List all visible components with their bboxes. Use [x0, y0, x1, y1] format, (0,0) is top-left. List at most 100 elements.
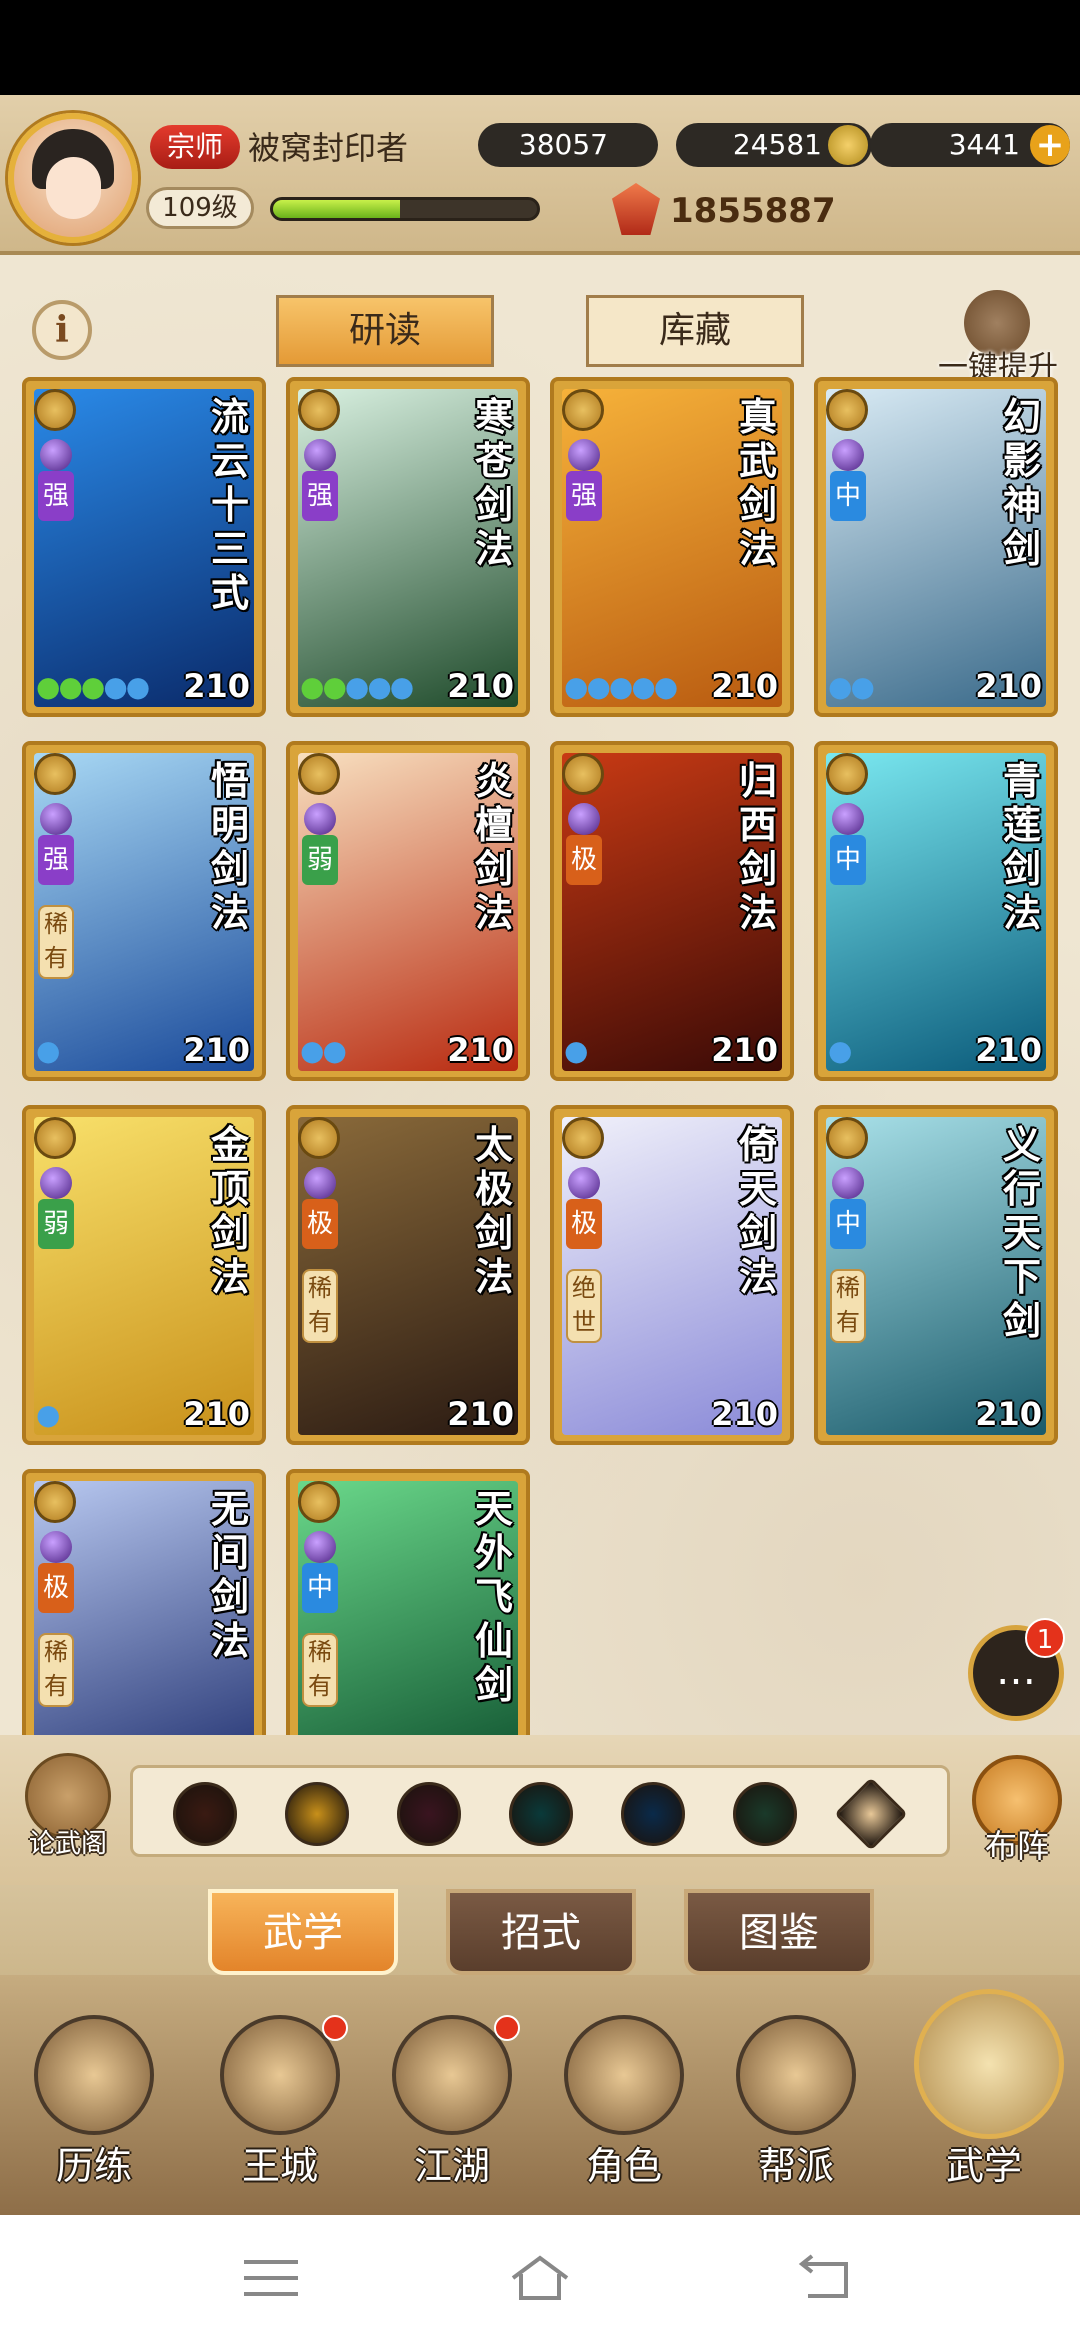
player-avatar[interactable]	[8, 113, 138, 243]
ingot-shop-icon[interactable]	[828, 125, 868, 165]
info-button[interactable]: i	[32, 300, 92, 360]
lunwu-pavilion-button[interactable]: 论武阁	[18, 1753, 118, 1865]
skill-grade: 中	[302, 1563, 338, 1613]
skill-title: 无间剑法	[210, 1486, 249, 1663]
tab-study[interactable]: 研读	[276, 295, 494, 367]
drop-icon: ●	[344, 670, 369, 703]
rarity-tag: 稀有	[302, 1633, 338, 1707]
skill-card[interactable]: 强稀有 悟明剑法 ● 210	[22, 741, 266, 1081]
skill-card[interactable]: 极稀有 太极剑法 210	[286, 1105, 530, 1445]
nav-label: 武学	[945, 2144, 1022, 2188]
sword-icon[interactable]	[173, 1782, 237, 1846]
skill-card[interactable]: 强流云十三式 ●●●●● 210	[22, 377, 266, 717]
skill-card[interactable]: 中稀有 义行天下剑 210	[814, 1105, 1058, 1445]
add-ingot-button[interactable]: +	[1030, 125, 1070, 165]
game-area: 宗师 被窝封印者 109级 38057 24581 3441 + 1855887…	[0, 95, 1080, 2215]
skill-title: 天外飞仙剑	[474, 1486, 513, 1707]
skill-title: 悟明剑法	[210, 758, 249, 935]
drop-icon: ●	[367, 670, 391, 703]
screen: 宗师 被窝封印者 109级 38057 24581 3441 + 1855887…	[0, 0, 1080, 2340]
skill-grade: 极	[302, 1199, 338, 1249]
exp-bar	[270, 197, 540, 221]
sword-medal-icon	[826, 753, 868, 795]
skill-level: 210	[447, 1031, 514, 1069]
skill-level: 210	[975, 1031, 1042, 1069]
sword-medal-icon	[34, 1481, 76, 1523]
arrow-up-icon[interactable]	[834, 1777, 908, 1851]
skill-card[interactable]: 中 青莲剑法 ● 210	[814, 741, 1058, 1081]
drop-icon: ●	[850, 670, 874, 703]
drop-icons: ●●	[828, 670, 875, 703]
fist-icon[interactable]	[397, 1782, 461, 1846]
subtab-martial-arts[interactable]: 武学	[208, 1889, 398, 1975]
skill-type-filter	[130, 1765, 950, 1857]
drop-icon: ●	[103, 670, 127, 703]
skill-card[interactable]: 极绝世 倚天剑法 210	[550, 1105, 794, 1445]
skill-grade: 极	[38, 1563, 74, 1613]
one-click-upgrade-button[interactable]: 一键提升	[928, 290, 1068, 390]
skill-grade: 极	[566, 835, 602, 885]
guild-icon	[736, 2015, 856, 2135]
drop-icon: ●	[389, 670, 414, 703]
nav-character[interactable]: 角色	[544, 1995, 704, 2205]
rarity-tag: 绝世	[566, 1269, 602, 1343]
menu-icon[interactable]	[236, 2250, 306, 2306]
drop-icon: ●	[300, 670, 324, 703]
skill-card[interactable]: 弱 炎檀剑法 ●● 210	[286, 741, 530, 1081]
nav-guild[interactable]: 帮派	[716, 1995, 876, 2205]
sword-medal-icon	[298, 1481, 340, 1523]
drop-icon: ●	[631, 670, 655, 703]
sword-medal-icon	[562, 753, 604, 795]
skill-card[interactable]: 弱 金顶剑法 ● 210	[22, 1105, 266, 1445]
notification-dot	[322, 2015, 348, 2041]
subtab-moves[interactable]: 招式	[446, 1889, 636, 1975]
skill-card[interactable]: 极 归西剑法 ● 210	[550, 741, 794, 1081]
drop-icons: ●●	[300, 1034, 347, 1067]
element-orb-icon	[304, 1531, 336, 1563]
skill-level: 210	[447, 667, 514, 705]
skill-title: 归西剑法	[738, 758, 777, 935]
element-orb-icon	[40, 1531, 72, 1563]
nav-jianghu[interactable]: 江湖	[372, 1995, 532, 2205]
skill-grade: 强	[302, 471, 338, 521]
subtab-codex[interactable]: 图鉴	[684, 1889, 874, 1975]
drop-icon: ●	[80, 670, 105, 703]
home-icon[interactable]	[505, 2250, 575, 2306]
sword-medal-icon	[34, 1117, 76, 1159]
bottom-nav: 历练 王城 江湖 角色 帮派 武学	[0, 1975, 1080, 2215]
drop-icon: ●	[322, 670, 346, 703]
palm-icon[interactable]	[509, 1782, 573, 1846]
skill-grade: 中	[830, 1199, 866, 1249]
skill-card[interactable]: 强真武剑法 ●●●●● 210	[550, 377, 794, 717]
chat-button[interactable]: … 1	[968, 1618, 1065, 1721]
player-level: 109级	[146, 187, 254, 229]
nav-training[interactable]: 历练	[14, 1995, 174, 2205]
formation-label: 布阵	[984, 1827, 1049, 1865]
skill-card[interactable]: 中 幻影神剑 ●● 210	[814, 377, 1058, 717]
skill-title: 幻影神剑	[1002, 394, 1041, 571]
yin-yang-icon[interactable]	[621, 1782, 685, 1846]
skill-card[interactable]: 强寒苍剑法 ●●●●● 210	[286, 377, 530, 717]
skill-title: 寒苍剑法	[474, 394, 513, 571]
drop-icon: ●	[564, 670, 588, 703]
swirl-icon[interactable]	[733, 1782, 797, 1846]
sword-medal-icon	[298, 1117, 340, 1159]
tab-storage[interactable]: 库藏	[586, 295, 804, 367]
skill-grade: 极	[566, 1199, 602, 1249]
drop-icon: ●	[300, 1034, 324, 1067]
sword-medal-icon	[34, 389, 76, 431]
nav-royal-city[interactable]: 王城	[200, 1995, 360, 2205]
nav-martial-arts[interactable]: 武学	[904, 1989, 1064, 2205]
skill-grade: 弱	[302, 835, 338, 885]
skill-grade: 中	[830, 471, 866, 521]
power-icon	[612, 183, 660, 235]
nav-label: 帮派	[757, 2144, 834, 2188]
gold-sword-icon[interactable]	[285, 1782, 349, 1846]
formation-button[interactable]: 布阵	[962, 1755, 1072, 1867]
back-icon[interactable]	[790, 2250, 860, 2306]
filter-bar: 论武阁 布阵	[0, 1735, 1080, 1885]
nav-label: 王城	[241, 2144, 318, 2188]
element-orb-icon	[304, 439, 336, 471]
drop-icon: ●	[828, 1034, 852, 1067]
skill-title: 青莲剑法	[1002, 758, 1041, 935]
